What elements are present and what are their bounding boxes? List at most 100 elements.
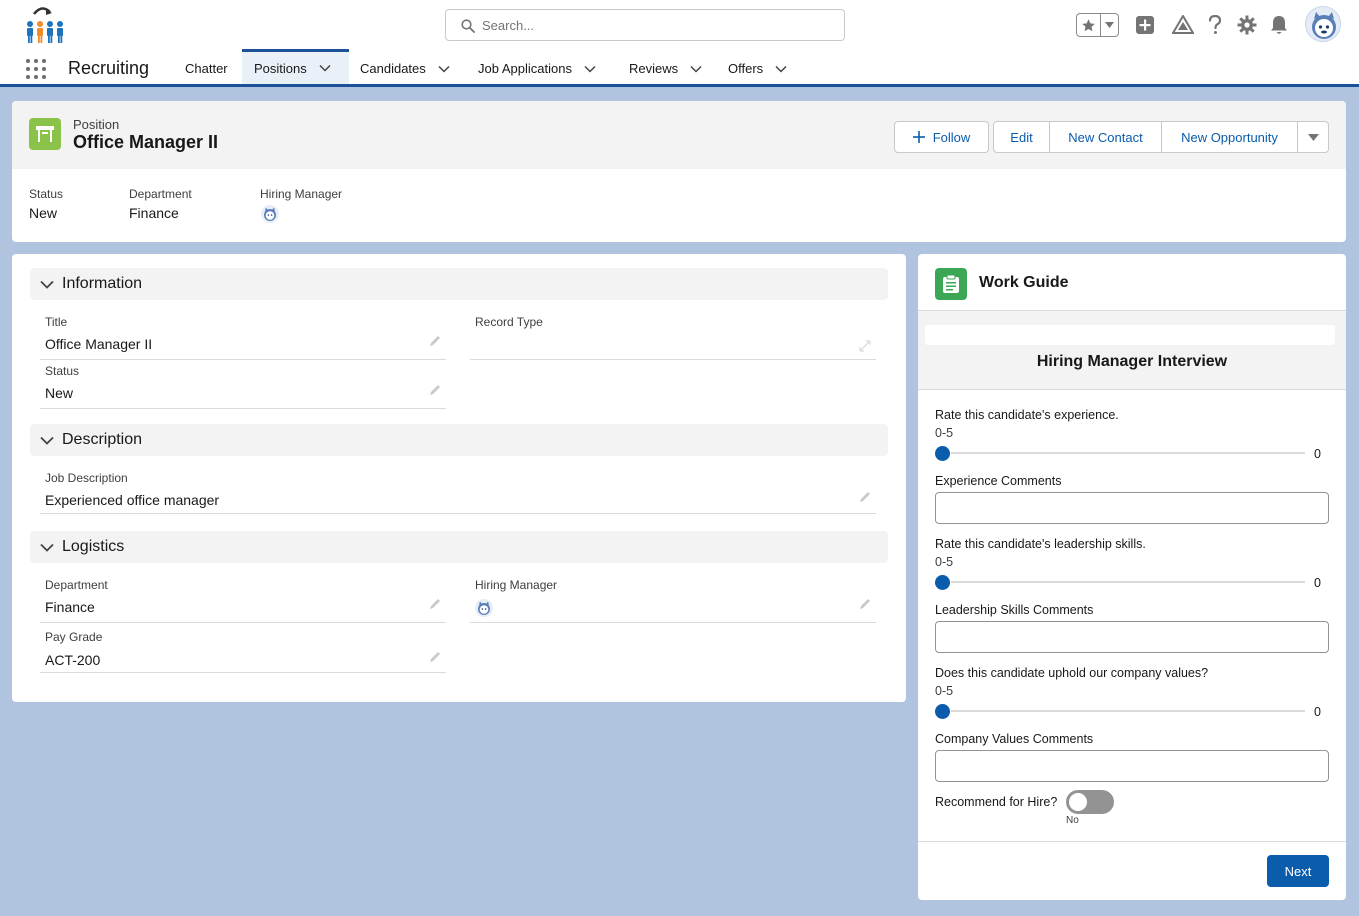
slider-range-label: 0-5 — [935, 426, 954, 440]
new-contact-label: New Contact — [1068, 129, 1143, 145]
field-divider — [40, 622, 446, 623]
field-value-pay-grade: ACT-200 — [45, 652, 101, 668]
app-logo-icon[interactable] — [16, 4, 68, 46]
favorites-button[interactable] — [1076, 13, 1119, 37]
tab-label: Offers — [728, 61, 764, 76]
chevron-down-icon[interactable] — [319, 64, 331, 72]
record-header-top: Position Office Manager II Follow Edit N… — [12, 101, 1346, 169]
leadership-comments-input[interactable] — [935, 621, 1329, 653]
slider-knob[interactable] — [935, 446, 950, 461]
tab-label: Candidates — [360, 61, 426, 76]
edit-button[interactable]: Edit — [993, 121, 1050, 153]
field-value-department: Finance — [45, 599, 95, 615]
record-type-change-icon[interactable] — [858, 339, 872, 353]
question-leadership: Rate this candidate's leadership skills. — [935, 537, 1146, 551]
slider-track[interactable] — [935, 452, 1305, 454]
field-divider — [40, 513, 876, 514]
chevron-down-icon — [1307, 133, 1319, 141]
pencil-icon[interactable] — [858, 597, 872, 611]
slider-track[interactable] — [935, 710, 1305, 712]
next-button[interactable]: Next — [1267, 855, 1329, 887]
slider-range-label: 0-5 — [935, 684, 954, 698]
pencil-icon[interactable] — [428, 334, 442, 348]
chevron-down-icon[interactable] — [690, 65, 702, 73]
slider-value: 0 — [1314, 447, 1321, 461]
field-divider — [40, 359, 446, 360]
field-divider — [470, 622, 876, 623]
global-search[interactable] — [445, 9, 845, 41]
field-divider — [470, 359, 876, 360]
notifications-bell-icon[interactable] — [1268, 14, 1290, 36]
setup-gear-icon[interactable] — [1236, 14, 1258, 36]
more-actions-button[interactable] — [1297, 121, 1329, 153]
section-title: Information — [62, 275, 143, 292]
new-opportunity-button[interactable]: New Opportunity — [1161, 121, 1298, 153]
slider-track[interactable] — [935, 581, 1305, 583]
highlight-label-hiring-manager: Hiring Manager — [260, 187, 343, 201]
field-label-department: Department — [45, 578, 108, 592]
help-icon[interactable] — [1204, 14, 1226, 36]
pencil-icon[interactable] — [428, 597, 442, 611]
chevron-down-icon[interactable] — [438, 65, 450, 73]
tab-label: Positions — [254, 60, 307, 76]
section-logistics-header[interactable]: Logistics — [30, 531, 888, 563]
field-value-title: Office Manager II — [45, 336, 153, 352]
chevron-down-icon[interactable] — [584, 65, 596, 73]
tab-label: Job Applications — [478, 61, 572, 76]
chevron-down-icon — [40, 543, 54, 552]
user-avatar[interactable] — [1305, 6, 1341, 42]
slider-knob[interactable] — [935, 704, 950, 719]
field-label-pay-grade: Pay Grade — [45, 630, 103, 644]
field-value-job-description: Experienced office manager — [45, 492, 220, 508]
tab-job-applications[interactable]: Job Applications — [478, 50, 596, 87]
hiring-manager-avatar[interactable] — [475, 599, 493, 617]
company-values-slider[interactable] — [935, 704, 1305, 719]
step-progress-strip — [925, 325, 1335, 345]
experience-comments-input[interactable] — [935, 492, 1329, 524]
experience-slider[interactable] — [935, 446, 1305, 461]
record-title: Office Manager II — [73, 132, 219, 152]
trailhead-icon[interactable] — [1172, 14, 1194, 36]
new-contact-button[interactable]: New Contact — [1049, 121, 1162, 153]
tab-chatter[interactable]: Chatter — [185, 50, 228, 87]
pencil-icon[interactable] — [858, 490, 872, 504]
tab-candidates[interactable]: Candidates — [360, 50, 450, 87]
work-guide-footer-divider — [918, 841, 1346, 842]
new-opportunity-label: New Opportunity — [1181, 129, 1278, 145]
record-details-card: Information Title Office Manager II Reco… — [12, 254, 906, 702]
tab-offers[interactable]: Offers — [728, 50, 787, 87]
pencil-icon[interactable] — [428, 383, 442, 397]
favorites-star-icon[interactable] — [1077, 14, 1101, 36]
slider-knob[interactable] — [935, 575, 950, 590]
highlight-label-status: Status — [29, 187, 64, 201]
comment-label: Leadership Skills Comments — [935, 603, 1094, 617]
favorites-dropdown-icon[interactable] — [1101, 14, 1118, 36]
app-launcher-icon[interactable] — [26, 59, 46, 79]
work-guide-title: Work Guide — [979, 274, 1069, 291]
global-header — [0, 0, 1359, 50]
highlight-label-department: Department — [129, 187, 192, 201]
company-values-comments-input[interactable] — [935, 750, 1329, 782]
chevron-down-icon[interactable] — [775, 65, 787, 73]
section-description-header[interactable]: Description — [30, 424, 888, 456]
question-experience: Rate this candidate's experience. — [935, 408, 1119, 422]
section-information-header[interactable]: Information — [30, 268, 888, 300]
add-icon[interactable] — [1134, 14, 1156, 36]
pencil-icon[interactable] — [428, 650, 442, 664]
recommend-for-hire-toggle[interactable] — [1066, 790, 1114, 814]
toggle-knob — [1069, 793, 1087, 811]
app-navigation-bar: Recruiting Chatter Positions Candidates … — [0, 49, 1359, 87]
tab-reviews[interactable]: Reviews — [629, 50, 702, 87]
field-divider — [40, 672, 446, 673]
tab-positions[interactable]: Positions — [242, 49, 349, 84]
leadership-slider[interactable] — [935, 575, 1305, 590]
record-header: Position Office Manager II Follow Edit N… — [12, 101, 1346, 242]
follow-button[interactable]: Follow — [894, 121, 989, 153]
field-label-record-type: Record Type — [475, 315, 543, 329]
app-name: Recruiting — [68, 58, 150, 78]
hiring-manager-avatar[interactable] — [261, 205, 279, 223]
field-divider — [40, 408, 446, 409]
slider-value: 0 — [1314, 705, 1321, 719]
search-input[interactable] — [482, 11, 832, 39]
record-object-type: Position — [73, 117, 120, 132]
